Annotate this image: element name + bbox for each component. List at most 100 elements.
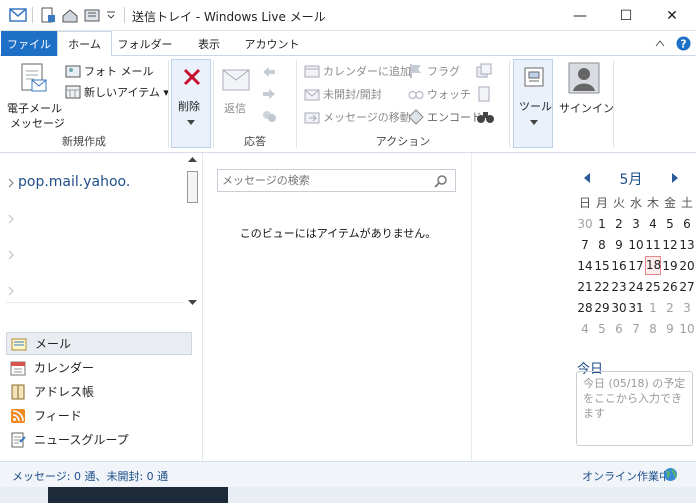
watch-label: ウォッチ (427, 88, 471, 101)
photo-mail-button[interactable]: フォト メール (65, 61, 154, 81)
calendar-day[interactable]: 4 (577, 322, 593, 336)
calendar-day[interactable]: 9 (662, 322, 678, 336)
calendar-day[interactable]: 3 (628, 217, 644, 231)
move-message-button: メッセージの移動 (304, 107, 411, 127)
calendar-day[interactable]: 29 (594, 301, 610, 315)
maximize-button[interactable]: ☐ (603, 0, 649, 31)
tab-account[interactable]: アカウント (238, 31, 306, 56)
calendar-day[interactable]: 26 (662, 280, 678, 294)
new-email-label-1: 電子メール (7, 102, 62, 115)
calendar-day[interactable]: 31 (628, 301, 644, 315)
calendar-day[interactable]: 3 (679, 301, 695, 315)
calendar-day[interactable]: 14 (577, 259, 593, 273)
calendar-day[interactable]: 30 (611, 301, 627, 315)
calendar-day[interactable]: 13 (679, 238, 695, 252)
delete-button[interactable]: 削除 (171, 59, 211, 148)
calendar-day[interactable]: 23 (611, 280, 627, 294)
scroll-up-icon[interactable] (188, 157, 197, 163)
calendar-day[interactable]: 2 (662, 301, 678, 315)
copy-to-folder-icon (476, 63, 492, 78)
search-input[interactable] (222, 172, 427, 189)
minimize-button[interactable]: — (557, 0, 603, 31)
calendar-day[interactable]: 20 (679, 259, 695, 273)
expand-arrow-icon[interactable] (8, 178, 14, 188)
prev-month-icon[interactable] (584, 173, 591, 183)
reply-all-icon (263, 67, 275, 77)
calendar-day[interactable]: 21 (577, 280, 593, 294)
tab-file[interactable]: ファイル (1, 31, 57, 56)
reply-quick-icon[interactable] (62, 7, 78, 23)
calendar-day[interactable]: 11 (645, 238, 661, 252)
nav-mail[interactable]: メール (6, 332, 192, 355)
new-item-dropdown[interactable]: 新しいアイテム ▾ (65, 82, 169, 102)
new-group-label: 新規作成 (62, 135, 106, 148)
next-month-icon[interactable] (671, 173, 678, 183)
calendar-day[interactable]: 16 (611, 259, 627, 273)
calendar-day[interactable]: 7 (628, 322, 644, 336)
calendar-day[interactable]: 2 (611, 217, 627, 231)
send-receive-quick-icon[interactable] (84, 7, 100, 23)
search-icon[interactable] (434, 174, 448, 188)
respond-group-label: 応答 (244, 135, 266, 148)
calendar-day[interactable]: 9 (611, 238, 627, 252)
scroll-down-icon[interactable] (188, 300, 197, 306)
collapse-ribbon-icon[interactable] (655, 39, 665, 47)
calendar-day[interactable]: 27 (679, 280, 695, 294)
calendar-day[interactable]: 17 (628, 259, 644, 273)
scroll-thumb[interactable] (187, 171, 198, 203)
customize-quick-access-icon[interactable] (106, 10, 116, 20)
search-box[interactable] (217, 169, 456, 192)
calendar-day[interactable]: 6 (611, 322, 627, 336)
move-message-label: メッセージの移動 (323, 111, 411, 124)
calendar-day[interactable]: 19 (662, 259, 678, 273)
reply-label: 返信 (224, 102, 246, 115)
find-binoculars-icon (477, 112, 494, 123)
expand-arrow-icon[interactable] (8, 286, 14, 296)
calendar-day[interactable]: 10 (628, 238, 644, 252)
delete-icon (183, 68, 201, 86)
nav-feeds[interactable]: フィード (6, 404, 192, 427)
mail-app-icon[interactable] (9, 7, 27, 23)
window-title: 送信トレイ - Windows Live メール (132, 10, 326, 24)
calendar-day[interactable]: 12 (662, 238, 678, 252)
tab-home[interactable]: ホーム (57, 31, 112, 57)
calendar-day[interactable]: 7 (577, 238, 593, 252)
nav-address-book[interactable]: アドレス帳 (6, 380, 192, 403)
today-input[interactable]: 今日 (05/18) の予定をここから入力できます (576, 371, 693, 446)
help-icon[interactable]: ? (676, 36, 691, 51)
expand-arrow-icon[interactable] (8, 250, 14, 260)
calendar-day[interactable]: 5 (594, 322, 610, 336)
signin-button[interactable]: サインイン (557, 60, 614, 130)
tab-view[interactable]: 表示 (186, 31, 232, 56)
close-button[interactable]: ✕ (649, 0, 695, 31)
calendar-day[interactable]: 5 (662, 217, 678, 231)
tools-button[interactable]: ツール (513, 59, 553, 148)
calendar-day[interactable]: 15 (594, 259, 610, 273)
nav-mail-label: メール (35, 337, 72, 351)
calendar-day[interactable]: 30 (577, 217, 593, 231)
calendar-day[interactable]: 4 (645, 217, 661, 231)
expand-arrow-icon[interactable] (8, 214, 14, 224)
account-pop-yahoo[interactable]: pop.mail.yahoo. (18, 174, 130, 190)
calendar-day[interactable]: 1 (645, 301, 661, 315)
new-email-button[interactable]: 電子メール メッセージ (4, 60, 65, 130)
find-button[interactable] (476, 107, 498, 127)
calendar-day[interactable]: 8 (594, 238, 610, 252)
nav-calendar[interactable]: カレンダー (6, 356, 192, 379)
calendar-day[interactable]: 8 (645, 322, 661, 336)
calendar-weekday: 月 (595, 196, 608, 210)
tab-folder[interactable]: フォルダー (112, 31, 178, 56)
calendar-day[interactable]: 1 (594, 217, 610, 231)
calendar-day[interactable]: 22 (594, 280, 610, 294)
calendar-day[interactable]: 10 (679, 322, 695, 336)
calendar-day[interactable]: 18 (645, 256, 661, 275)
folder-scrollbar[interactable] (185, 153, 200, 311)
nav-newsgroups[interactable]: ニュースグループ (6, 428, 192, 451)
delete-label: 削除 (178, 100, 200, 113)
calendar-day[interactable]: 6 (679, 217, 695, 231)
calendar-day[interactable]: 25 (645, 280, 661, 294)
new-message-quick-icon[interactable] (40, 7, 56, 23)
calendar-day[interactable]: 28 (577, 301, 593, 315)
calendar-day[interactable]: 24 (628, 280, 644, 294)
encode-button[interactable]: エンコード (408, 107, 482, 127)
